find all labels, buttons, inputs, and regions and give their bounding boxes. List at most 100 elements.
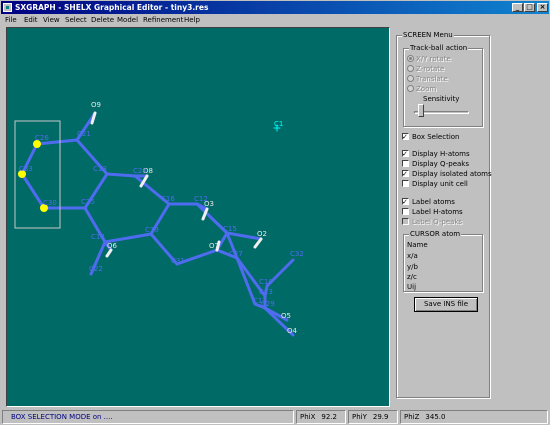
radio-z-rotate[interactable]: Z-rotate	[407, 65, 444, 74]
bond-c13-c28	[105, 172, 137, 178]
atom-label-c30[interactable]: C30	[43, 199, 57, 207]
atom-label-c16[interactable]: C16	[161, 195, 175, 203]
menu-view[interactable]: View	[43, 16, 60, 24]
atom-label-c12[interactable]: C12	[194, 195, 208, 203]
app-icon[interactable]	[3, 3, 12, 12]
phiz-value: 345.0	[425, 413, 446, 421]
atom-label-c33[interactable]: C33	[19, 165, 33, 173]
menu-edit[interactable]: Edit	[24, 16, 38, 24]
phix-value: 92.2	[321, 413, 337, 421]
atom-label-o5[interactable]: O5	[281, 312, 291, 320]
radio-button[interactable]	[407, 75, 414, 82]
menu-help[interactable]: Help	[184, 16, 200, 24]
molecule-canvas[interactable]: O9C21C26O8C13 C28C33O3C25 C16 C12C30O2C14C1…	[7, 28, 390, 407]
atom-label-c25[interactable]: C25	[81, 198, 95, 206]
save-ins-file-button[interactable]: Save INS file	[414, 297, 478, 312]
checkbox-label-h-atoms[interactable]: Label H-atoms	[402, 208, 463, 217]
atom-label-c15[interactable]: C15	[223, 225, 237, 233]
cursor-field-uij: Uij	[407, 283, 417, 291]
status-phiy: PhiY 29.9	[348, 410, 398, 424]
window-title: SXGRAPH - SHELX Graphical Editor - tiny3…	[15, 3, 209, 12]
checkbox[interactable]	[402, 133, 409, 140]
radio-label: Translate	[416, 75, 448, 83]
radio-button[interactable]	[407, 65, 414, 72]
atom-label-c29[interactable]: C29	[261, 300, 275, 308]
status-phix: PhiX 92.2	[296, 410, 346, 424]
atom-label-o6[interactable]: O6	[107, 242, 118, 250]
checkbox[interactable]	[402, 180, 409, 187]
sensitivity-label: Sensitivity	[423, 95, 460, 103]
radio-label: Z-rotate	[416, 65, 445, 73]
atom-label-c19[interactable]: C19	[145, 226, 159, 234]
checkbox-label: Display unit cell	[412, 180, 468, 188]
cursor-field-name: Name	[407, 241, 428, 249]
menu-model[interactable]: Model	[117, 16, 138, 24]
atom-label-o2[interactable]: O2	[257, 230, 267, 238]
atom-label-c22[interactable]: C22	[89, 265, 103, 273]
checkbox[interactable]	[402, 170, 409, 177]
cursor-atom-group: CURSOR atom Name x/a y/b z/c Uij	[403, 230, 483, 292]
close-button[interactable]: ×	[537, 3, 548, 12]
checkbox[interactable]	[402, 218, 409, 225]
menu-bar: File Edit View Select Delete Model Refin…	[1, 14, 549, 26]
atom-label-o9[interactable]: O9	[91, 101, 101, 109]
checkbox-display-h-atoms[interactable]: Display H-atoms	[402, 150, 470, 159]
molecule-viewport[interactable]: O9 C21 C26 O8 C13 C28 C33 O3 C25 C16 C12 C30 O2 C14 C1…	[6, 27, 390, 407]
atom-label-c27[interactable]: C27	[229, 250, 243, 258]
phiy-label: PhiY	[352, 413, 367, 421]
status-phiz: PhiZ 345.0	[400, 410, 548, 424]
atom-label-c31[interactable]: C31	[171, 257, 185, 265]
menu-delete[interactable]: Delete	[91, 16, 114, 24]
checkbox-display-unit-cell[interactable]: Display unit cell	[402, 180, 468, 189]
minimize-button[interactable]: _	[512, 3, 523, 12]
sensitivity-slider-thumb[interactable]	[418, 104, 424, 117]
bond-c15-o2	[225, 231, 263, 241]
menu-refinement[interactable]: Refinement	[143, 16, 183, 24]
radio-button[interactable]	[407, 55, 414, 62]
atom-label-c1[interactable]: C1	[274, 120, 283, 128]
screen-menu-panel: SCREEN Menu Track-ball action X/Y rotate…	[393, 27, 548, 407]
checkbox-label-atoms[interactable]: Label atoms	[402, 198, 455, 207]
checkbox-label: Label H-atoms	[412, 208, 463, 216]
atom-label-c26[interactable]: C26	[35, 134, 49, 142]
menu-select[interactable]: Select	[65, 16, 87, 24]
checkbox-label: Box Selection	[412, 133, 460, 141]
atom-label-o7[interactable]: O7	[209, 242, 219, 250]
atom-label-c14[interactable]: C14	[91, 233, 105, 241]
checkbox-display-q-peaks[interactable]: Display Q-peaks	[402, 160, 469, 169]
checkbox[interactable]	[402, 150, 409, 157]
h-bond-o6	[105, 248, 113, 258]
phiz-label: PhiZ	[404, 413, 420, 421]
app-window: SXGRAPH - SHELX Graphical Editor - tiny3…	[0, 0, 550, 425]
checkbox[interactable]	[402, 160, 409, 167]
title-bar[interactable]: SXGRAPH - SHELX Graphical Editor - tiny3…	[1, 1, 549, 14]
atom-label-o4[interactable]: O4	[287, 327, 298, 335]
radio-zoom[interactable]: Zoom	[407, 85, 436, 94]
phiy-value: 29.9	[372, 413, 389, 421]
checkbox[interactable]	[402, 208, 409, 215]
atom-label-c10[interactable]: C10	[259, 278, 273, 286]
radio-xy-rotate[interactable]: X/Y rotate	[407, 55, 451, 64]
radio-label: X/Y rotate	[416, 55, 451, 63]
phix-label: PhiX	[300, 413, 316, 421]
atom-label-c23[interactable]: C23	[259, 288, 273, 296]
trackball-group: Track-ball action X/Y rotate Z-rotate Tr…	[403, 44, 483, 127]
cursor-atom-title: CURSOR atom	[409, 230, 462, 239]
checkbox-label-q-peaks[interactable]: Label Q-peaks	[402, 218, 462, 227]
atom-label-c13[interactable]: C13	[93, 165, 107, 173]
h-bond-o2	[253, 237, 263, 249]
checkbox-display-isolated-atoms[interactable]: Display isolated atoms	[402, 170, 492, 179]
screen-menu-title: SCREEN Menu	[402, 31, 454, 40]
maximize-button[interactable]: □	[524, 3, 535, 12]
status-bar: BOX SELECTION MODE on .... PhiX 92.2 PhiY…	[0, 409, 550, 425]
menu-file[interactable]: File	[5, 16, 17, 24]
atom-label-c21[interactable]: C21	[77, 130, 91, 138]
checkbox[interactable]	[402, 198, 409, 205]
atom-label-c32[interactable]: C32	[290, 250, 304, 258]
radio-translate[interactable]: Translate	[407, 75, 448, 84]
checkbox-box-selection[interactable]: Box Selection	[402, 133, 460, 142]
radio-button[interactable]	[407, 85, 414, 92]
status-mode: BOX SELECTION MODE on ....	[2, 410, 294, 424]
screen-menu-group: SCREEN Menu Track-ball action X/Y rotate…	[396, 31, 492, 398]
atom-label-c28[interactable]: C28	[133, 167, 147, 175]
